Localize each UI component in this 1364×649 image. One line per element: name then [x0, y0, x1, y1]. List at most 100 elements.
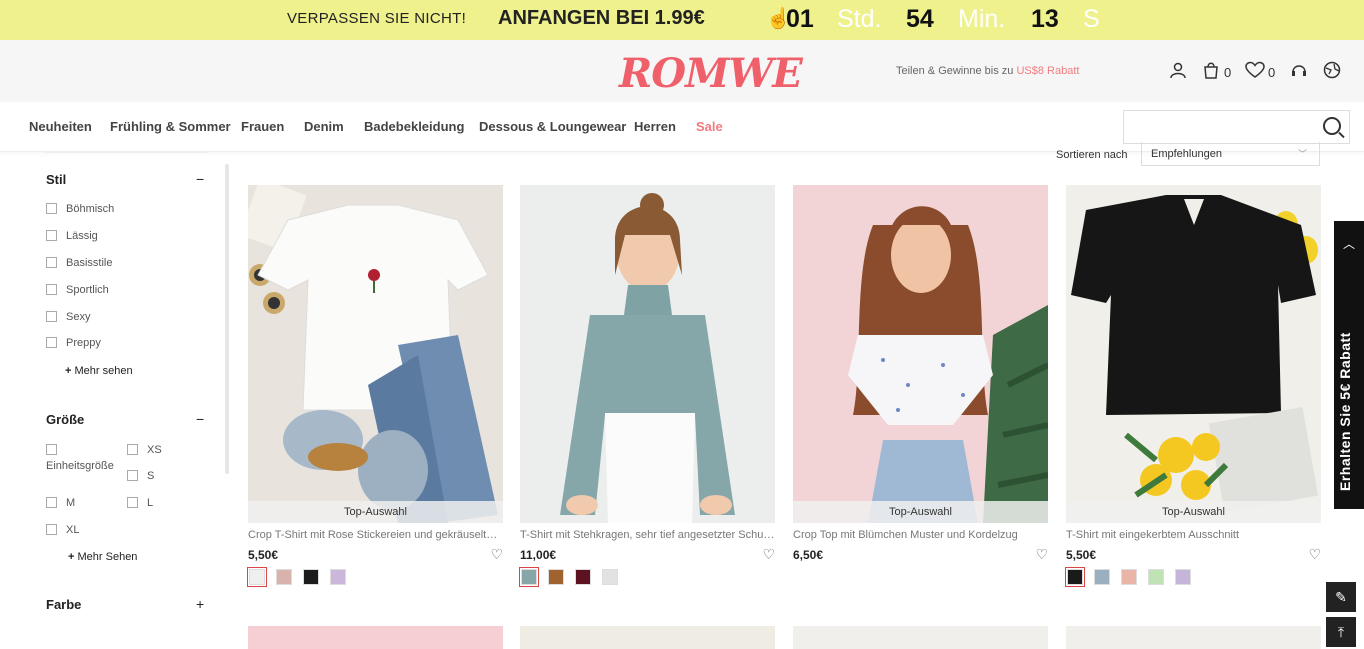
nav-item-badebekleidung[interactable]: Badebekleidung — [364, 119, 464, 134]
color-swatch[interactable] — [602, 569, 618, 585]
filter-option[interactable]: Böhmisch — [46, 203, 114, 215]
color-swatch[interactable] — [303, 569, 319, 585]
checkbox[interactable] — [46, 284, 57, 295]
color-swatch[interactable] — [1175, 569, 1191, 585]
product-image[interactable]: Top-Auswahl — [793, 185, 1048, 523]
sort-label: Sortieren nach — [1056, 149, 1128, 161]
chevron-down-icon: ﹀ — [1297, 149, 1307, 159]
promo-offer: ANFANGEN BEI 1.99€ — [498, 7, 705, 29]
product-image[interactable] — [520, 626, 775, 649]
color-swatch[interactable] — [330, 569, 346, 585]
checkbox[interactable] — [46, 257, 57, 268]
heart-icon[interactable] — [1245, 61, 1265, 84]
divider — [46, 152, 208, 153]
wishlist-heart-icon[interactable]: ♡ — [762, 546, 775, 563]
plus-icon: + — [65, 365, 72, 377]
product-price: 5,50€ — [1066, 548, 1097, 562]
product-price: 11,00€ — [520, 548, 557, 562]
nav-item-dessous[interactable]: Dessous & Loungewear — [479, 119, 626, 134]
checkbox[interactable] — [46, 311, 57, 322]
countdown-hours: 01 — [786, 5, 814, 33]
product-title[interactable]: T-Shirt mit eingekerbtem Ausschnitt — [1066, 529, 1321, 541]
color-swatch[interactable] — [1094, 569, 1110, 585]
filter-option[interactable]: Sportlich — [46, 284, 109, 296]
top-pick-badge: Top-Auswahl — [1066, 501, 1321, 523]
color-swatch[interactable] — [548, 569, 564, 585]
sidebar-scrollbar[interactable] — [225, 164, 229, 474]
filter-option[interactable]: L — [127, 497, 153, 509]
wishlist-heart-icon[interactable]: ♡ — [490, 546, 503, 563]
checkbox[interactable] — [46, 203, 57, 214]
checkbox[interactable] — [46, 497, 57, 508]
color-swatch[interactable] — [1121, 569, 1137, 585]
sort-select[interactable]: Empfehlungen ﹀ — [1141, 142, 1320, 166]
product-image[interactable] — [793, 626, 1048, 649]
filter-option[interactable] — [46, 444, 66, 456]
countdown-hours-unit: Std. — [837, 5, 882, 33]
checkbox[interactable] — [46, 444, 57, 455]
checkbox[interactable] — [46, 337, 57, 348]
product-image[interactable]: Top-Auswahl — [1066, 185, 1321, 523]
filter-style-title[interactable]: Stil — [46, 172, 66, 187]
globe-icon[interactable] — [1323, 61, 1341, 84]
nav-item-sale[interactable]: Sale — [696, 119, 723, 134]
feedback-icon[interactable]: ✎ — [1326, 582, 1356, 612]
color-swatch[interactable] — [276, 569, 292, 585]
checkbox[interactable] — [46, 524, 57, 535]
share-text: Teilen & Gewinne bis zu — [896, 65, 1017, 77]
nav-item-fruehling-sommer[interactable]: Frühling & Sommer — [110, 119, 231, 134]
share-promo-link[interactable]: Teilen & Gewinne bis zu US$8 Rabatt — [896, 65, 1079, 77]
expand-icon[interactable]: + — [196, 596, 204, 612]
filter-option[interactable]: M — [46, 497, 75, 509]
color-swatch[interactable] — [519, 567, 539, 587]
filter-option[interactable]: Lässig — [46, 230, 98, 242]
product-title[interactable]: Crop Top mit Blümchen Muster und Kordelz… — [793, 529, 1048, 541]
nav-item-herren[interactable]: Herren — [634, 119, 676, 134]
product-title[interactable]: T-Shirt mit Stehkragen, sehr tief angese… — [520, 529, 775, 541]
show-more-link[interactable]: + Mehr Sehen — [68, 551, 137, 563]
wishlist-heart-icon[interactable]: ♡ — [1035, 546, 1048, 563]
collapse-icon[interactable]: − — [196, 171, 204, 187]
filter-option[interactable]: Basisstile — [46, 257, 112, 269]
filter-color-title[interactable]: Farbe — [46, 597, 81, 612]
color-swatch[interactable] — [575, 569, 591, 585]
checkbox[interactable] — [46, 230, 57, 241]
product-title[interactable]: Crop T-Shirt mit Rose Stickereien und ge… — [248, 529, 503, 541]
discount-side-tab[interactable]: ︿ Erhalten Sie 5€ Rabatt — [1334, 221, 1364, 509]
checkbox[interactable] — [127, 497, 138, 508]
product-image[interactable] — [520, 185, 775, 523]
top-pick-badge: Top-Auswahl — [793, 501, 1048, 523]
filter-option[interactable]: S — [127, 470, 154, 482]
product-image[interactable]: Top-Auswahl — [248, 185, 503, 523]
nav-item-neuheiten[interactable]: Neuheiten — [29, 119, 92, 134]
search-input[interactable] — [1123, 110, 1350, 144]
nav-item-frauen[interactable]: Frauen — [241, 119, 284, 134]
checkbox[interactable] — [127, 444, 138, 455]
cart-icon[interactable] — [1202, 61, 1220, 84]
headset-icon[interactable] — [1290, 61, 1308, 84]
plus-icon: + — [68, 551, 75, 563]
user-icon[interactable] — [1169, 61, 1187, 84]
filter-option[interactable]: Preppy — [46, 337, 101, 349]
cart-count: 0 — [1224, 65, 1232, 80]
back-to-top-icon[interactable]: ⤒ — [1326, 617, 1356, 647]
color-swatch[interactable] — [247, 567, 267, 587]
product-image[interactable] — [1066, 626, 1321, 649]
search-icon[interactable] — [1323, 117, 1341, 135]
color-swatch[interactable] — [1065, 567, 1085, 587]
filter-option[interactable]: XS — [127, 444, 162, 456]
filter-size-title[interactable]: Größe — [46, 412, 84, 427]
show-more-link[interactable]: + Mehr sehen — [65, 365, 133, 377]
site-logo[interactable]: ROMWE — [619, 50, 803, 97]
filter-option[interactable]: XL — [46, 524, 79, 536]
share-amount: US$8 Rabatt — [1016, 65, 1080, 77]
wishlist-heart-icon[interactable]: ♡ — [1308, 546, 1321, 563]
filter-option[interactable]: Sexy — [46, 311, 90, 323]
collapse-icon[interactable]: − — [196, 411, 204, 427]
color-swatch[interactable] — [1148, 569, 1164, 585]
nav-item-denim[interactable]: Denim — [304, 119, 344, 134]
filter-option-label: Einheitsgröße — [46, 460, 114, 472]
checkbox[interactable] — [127, 470, 138, 481]
promo-bar[interactable]: VERPASSEN SIE NICHT! ANFANGEN BEI 1.99€ … — [0, 0, 1364, 40]
product-image[interactable] — [248, 626, 503, 649]
